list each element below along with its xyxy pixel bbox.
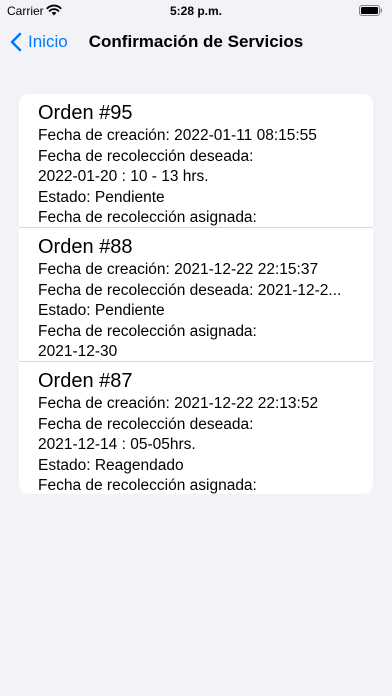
order-assigned-pickup-label: Fecha de recolección asignada: — [38, 322, 257, 340]
orders-card: Orden #95 Fecha de creación: 2022-01-11 … — [19, 94, 373, 494]
order-created-date: Fecha de creación: 2022-01-11 08:15:55 — [38, 127, 317, 144]
order-desired-pickup-value: 2022-01-20 : 10 - 13 hrs. — [38, 168, 209, 185]
navigation-bar: Inicio Confirmación de Servicios — [0, 22, 392, 62]
order-desired-pickup: Fecha de recolección deseada: 2021-12-2.… — [38, 281, 342, 299]
status-bar: Carrier 5:28 p.m. — [0, 0, 392, 22]
order-desired-pickup-label: Fecha de recolección deseada: — [38, 147, 254, 165]
order-item[interactable]: Orden #88 Fecha de creación: 2021-12-22 … — [19, 228, 373, 362]
order-status: Estado: Pendiente — [38, 188, 165, 206]
order-assigned-pickup-label: Fecha de recolección asignada: — [38, 477, 257, 494]
order-title: Orden #87 — [38, 370, 133, 392]
order-title: Orden #88 — [38, 236, 133, 258]
order-desired-pickup-label: Fecha de recolección deseada: — [38, 415, 254, 433]
order-assigned-pickup-value: 2021-12-30 — [38, 343, 118, 360]
order-assigned-pickup-label: Fecha de recolección asignada: — [38, 209, 257, 226]
order-status: Estado: Reagendado — [38, 456, 184, 474]
order-item[interactable]: Orden #95 Fecha de creación: 2022-01-11 … — [19, 94, 373, 228]
order-desired-pickup-value: 2021-12-14 : 05-05hrs. — [38, 436, 196, 453]
order-title: Orden #95 — [38, 102, 133, 124]
order-created-date: Fecha de creación: 2021-12-22 22:15:37 — [38, 261, 319, 278]
order-item[interactable]: Orden #87 Fecha de creación: 2021-12-22 … — [19, 362, 373, 494]
clock: 5:28 p.m. — [169, 4, 223, 18]
battery-icon — [359, 5, 382, 16]
order-status: Estado: Pendiente — [38, 302, 165, 319]
page-title: Confirmación de Servicios — [88, 32, 304, 51]
order-created-date: Fecha de creación: 2021-12-22 22:13:52 — [38, 395, 319, 412]
